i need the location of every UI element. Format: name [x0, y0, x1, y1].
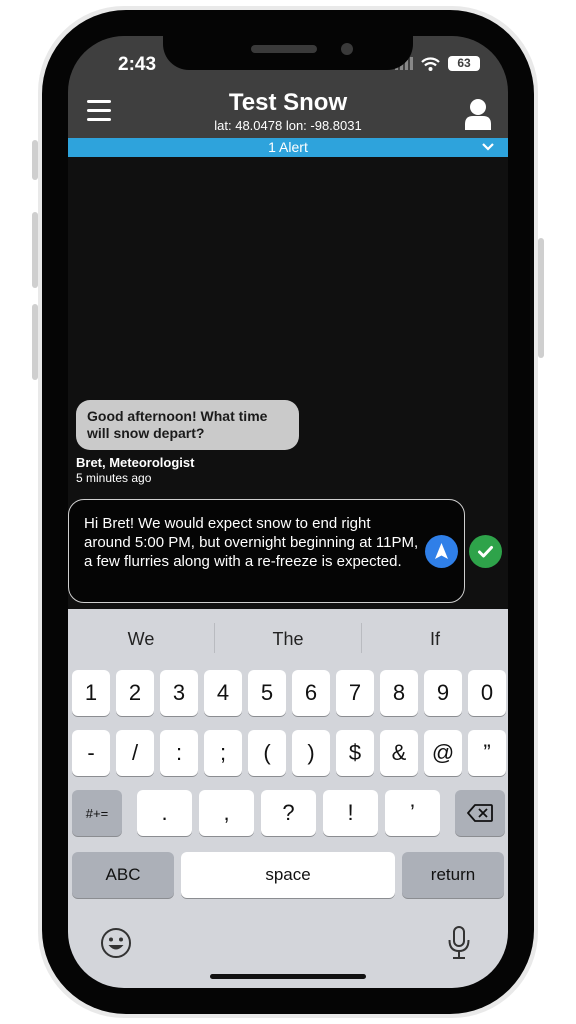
phone-screen: 2:43 63 Test Snow lat: 48.0478 lon: -98.… — [68, 36, 508, 988]
key-8[interactable]: 8 — [380, 670, 418, 716]
message-timestamp: 5 minutes ago — [76, 471, 152, 485]
keyboard: We The If 1 2 3 4 5 6 7 8 9 0 - / : ; ( … — [68, 609, 508, 988]
key-colon[interactable]: : — [160, 730, 198, 776]
page-title: Test Snow — [228, 89, 348, 116]
key-comma[interactable]: , — [199, 790, 254, 836]
speaker — [251, 45, 317, 53]
key-hyphen[interactable]: - — [72, 730, 110, 776]
key-slash[interactable]: / — [116, 730, 154, 776]
key-6[interactable]: 6 — [292, 670, 330, 716]
status-time: 2:43 — [118, 54, 157, 75]
key-3[interactable]: 3 — [160, 670, 198, 716]
abc-key[interactable]: ABC — [72, 852, 174, 898]
suggestion-2[interactable]: The — [215, 629, 361, 650]
key-quote[interactable]: ” — [468, 730, 506, 776]
message-input[interactable]: Hi Bret! We would expect snow to end rig… — [68, 499, 465, 603]
key-dollar[interactable]: $ — [336, 730, 374, 776]
suggestion-1[interactable]: We — [68, 629, 214, 650]
key-1[interactable]: 1 — [72, 670, 110, 716]
return-key[interactable]: return — [402, 852, 504, 898]
suggestion-3[interactable]: If — [362, 629, 508, 650]
symbols-key[interactable]: #+= — [72, 790, 122, 836]
alert-bar-label: 1 Alert — [268, 139, 308, 155]
emoji-icon[interactable] — [100, 927, 132, 959]
send-button[interactable] — [425, 535, 458, 568]
key-close-paren[interactable]: ) — [292, 730, 330, 776]
key-4[interactable]: 4 — [204, 670, 242, 716]
key-apostrophe[interactable]: ’ — [385, 790, 440, 836]
key-open-paren[interactable]: ( — [248, 730, 286, 776]
key-question[interactable]: ? — [261, 790, 316, 836]
incoming-message: Good afternoon! What time will snow depa… — [76, 400, 299, 450]
key-9[interactable]: 9 — [424, 670, 462, 716]
backspace-icon — [467, 804, 493, 822]
space-key[interactable]: space — [181, 852, 395, 898]
key-7[interactable]: 7 — [336, 670, 374, 716]
notch — [163, 36, 413, 70]
alert-bar[interactable]: 1 Alert — [68, 138, 508, 157]
chevron-down-icon — [482, 143, 494, 151]
key-period[interactable]: . — [137, 790, 192, 836]
front-camera — [341, 43, 353, 55]
confirm-button[interactable] — [469, 535, 502, 568]
profile-icon[interactable] — [464, 98, 492, 130]
power-button[interactable] — [538, 238, 544, 358]
battery-icon: 63 — [448, 56, 480, 71]
navigation-arrow-icon — [435, 543, 448, 559]
key-semicolon[interactable]: ; — [204, 730, 242, 776]
key-0[interactable]: 0 — [468, 670, 506, 716]
home-indicator — [210, 974, 366, 979]
key-ampersand[interactable]: & — [380, 730, 418, 776]
wifi-icon — [421, 56, 440, 71]
key-at[interactable]: @ — [424, 730, 462, 776]
key-2[interactable]: 2 — [116, 670, 154, 716]
key-exclamation[interactable]: ! — [323, 790, 378, 836]
message-sender: Bret, Meteorologist — [76, 455, 195, 470]
location-coordinates: lat: 48.0478 lon: -98.8031 — [214, 118, 362, 133]
microphone-icon[interactable] — [448, 926, 470, 960]
checkmark-icon — [478, 546, 493, 558]
backspace-key[interactable] — [455, 790, 505, 836]
key-5[interactable]: 5 — [248, 670, 286, 716]
